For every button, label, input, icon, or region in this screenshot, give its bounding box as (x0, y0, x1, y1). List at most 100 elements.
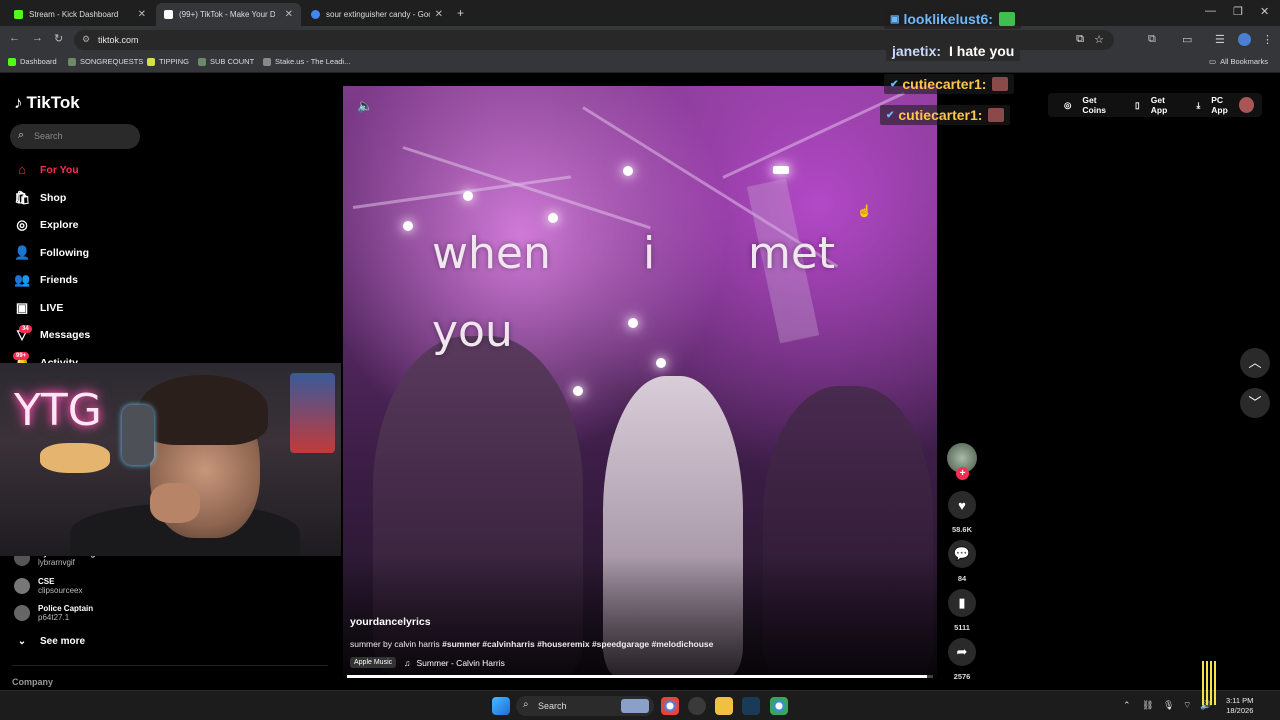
bookmark-item[interactable]: SONGREQUESTS (68, 57, 143, 66)
video-progress-bar[interactable] (347, 675, 933, 678)
profile-avatar[interactable] (1238, 33, 1251, 46)
network-icon[interactable]: ⛓ (1142, 700, 1153, 711)
apple-music-badge[interactable]: Apple Music (350, 657, 397, 668)
bookmark-item[interactable]: SUB COUNT (198, 57, 254, 66)
plush-toy (40, 443, 110, 473)
follow-plus-icon[interactable]: + (956, 467, 969, 480)
hashtag[interactable]: #melodichouse (652, 639, 714, 649)
all-bookmarks[interactable]: ▭ All Bookmarks (1209, 57, 1268, 66)
streamer-hand (150, 483, 200, 523)
bookmark-item[interactable]: TIPPING (147, 57, 189, 66)
steam-icon[interactable] (742, 697, 760, 715)
address-bar-row: ← → ↻ ⚙ tiktok.com ⧉ ☆ ⧉ ▭ ☰ ⋮ (0, 26, 1280, 53)
back-icon[interactable]: ← (9, 32, 20, 44)
chrome-profile-icon[interactable] (770, 697, 788, 715)
chevron-up-icon[interactable]: ⌃ (1123, 700, 1131, 711)
stage-light (656, 358, 666, 368)
close-icon[interactable]: ✕ (285, 9, 293, 20)
bookmark-favicon (68, 57, 76, 66)
maximize-icon[interactable]: ❐ (1233, 5, 1243, 18)
save-count: 5111 (954, 623, 970, 632)
neon-sign: YTG (14, 385, 102, 436)
live-icon: ▣ (15, 300, 29, 315)
nav-shop[interactable]: 🛍 Shop (14, 190, 66, 206)
stage-light (623, 166, 633, 176)
search-icon: ⌕ (523, 699, 529, 710)
hashtag[interactable]: #summer (442, 639, 480, 649)
tiktok-logo-icon: ♪ (14, 93, 23, 112)
extensions-icon[interactable]: ⧉ (1148, 33, 1156, 46)
following-account[interactable]: Police Captain p64t27.1 (14, 604, 93, 622)
bookmark-star-icon[interactable]: ☆ (1094, 33, 1104, 46)
close-icon[interactable]: ✕ (138, 9, 146, 20)
install-icon[interactable]: ⧉ (1076, 33, 1084, 46)
comment-count: 84 (957, 574, 967, 583)
microphone-icon[interactable]: 🎙 (1163, 700, 1174, 711)
following-account[interactable]: CSE clipsourceex (14, 577, 82, 595)
nav-following[interactable]: 👤 Following (14, 245, 89, 261)
close-icon[interactable]: ✕ (435, 9, 443, 20)
folder-icon[interactable] (715, 697, 733, 715)
pc-app-button[interactable]: ⤓ PC App (1189, 95, 1239, 115)
progress-fill (347, 675, 928, 678)
friends-icon: 👥 (14, 272, 31, 287)
chrome-icon[interactable] (661, 697, 679, 715)
video-player[interactable]: when i met you 🔈 ☝ yourdancelyrics summe… (343, 86, 937, 678)
system-clock[interactable]: 3:11 PM 18/2026 (1226, 696, 1253, 716)
company-link[interactable]: Company (12, 677, 53, 687)
windows-start-icon[interactable] (492, 697, 510, 715)
nav-live[interactable]: ▣ LIVE (14, 300, 64, 316)
stage-light (548, 213, 558, 223)
messages-badge: 34 (19, 325, 32, 333)
user-avatar[interactable] (1238, 97, 1254, 113)
music-info[interactable]: Apple Music ♫ Summer - Calvin Harris (350, 657, 505, 668)
home-icon: ⌂ (18, 162, 26, 177)
reload-icon[interactable]: ↻ (54, 32, 63, 45)
chevron-down-icon[interactable]: ﹀ (1240, 388, 1270, 418)
new-tab-button[interactable]: + (457, 6, 464, 20)
close-window-icon[interactable]: ✕ (1260, 5, 1269, 18)
tiktok-logo[interactable]: ♪ TikTok (14, 93, 80, 113)
streamer-webcam: YTG (0, 363, 341, 556)
get-coins-button[interactable]: ◎ Get Coins (1056, 95, 1119, 115)
hashtag[interactable]: #calvinharris (482, 639, 534, 649)
google-icon (311, 10, 320, 19)
chat-message: janetix: I hate you (886, 41, 1021, 61)
wifi-icon[interactable]: ⌔ (1183, 700, 1191, 711)
nav-explore[interactable]: ◎ Explore (14, 217, 78, 233)
save-button[interactable]: ▮ 5111 (947, 589, 977, 632)
activity-badge: 99+ (13, 352, 30, 360)
taskbar-search[interactable]: ⌕ Search (516, 696, 654, 716)
volume-icon[interactable]: 🔈 (357, 98, 373, 114)
bookmark-item[interactable]: Dashboard (8, 57, 57, 66)
tiktok-top-actions: ◎ Get Coins ▯ Get App ⤓ PC App (1048, 93, 1262, 117)
tab-tiktok[interactable]: (99+) TikTok - Make Your Day ✕ (156, 3, 301, 26)
chevron-up-icon[interactable]: ︿ (1240, 348, 1270, 378)
obs-icon[interactable] (688, 697, 706, 715)
get-app-button[interactable]: ▯ Get App (1127, 95, 1180, 115)
minimize-icon[interactable]: — (1205, 5, 1216, 17)
hashtag[interactable]: #houseremix (537, 639, 589, 649)
stage-light (628, 318, 638, 328)
more-menu-icon[interactable]: ⋮ (1262, 33, 1273, 46)
following-icon: 👤 (14, 245, 31, 260)
menu-icon[interactable]: ☰ (1215, 33, 1225, 46)
nav-for-you[interactable]: ⌂ For You (14, 162, 79, 177)
video-author[interactable]: yourdancelyrics (350, 616, 431, 628)
forward-icon[interactable]: → (32, 32, 43, 44)
compass-icon: ◎ (16, 217, 28, 232)
tab-kick-dashboard[interactable]: Stream - Kick Dashboard ✕ (6, 3, 154, 26)
site-info-icon[interactable]: ⚙ (82, 34, 90, 45)
search-input[interactable]: ⌕ Search (10, 124, 140, 149)
cast-icon[interactable]: ▭ (1182, 33, 1192, 46)
nav-friends[interactable]: 👥 Friends (14, 272, 78, 288)
emote-icon (992, 77, 1009, 91)
share-button[interactable]: ➦ 2576 (947, 638, 977, 681)
tab-google-search[interactable]: sour extinguisher candy - Google ✕ (303, 3, 451, 26)
see-more-button[interactable]: ⌄ See more (14, 636, 85, 647)
hashtag[interactable]: #speedgarage (592, 639, 649, 649)
like-button[interactable]: ♥ 58.6K (947, 491, 977, 534)
kick-logo-overlay (1202, 661, 1216, 705)
bookmark-item[interactable]: Stake.us - The Leadi... (263, 57, 350, 66)
comment-button[interactable]: 💬 84 (947, 540, 977, 583)
